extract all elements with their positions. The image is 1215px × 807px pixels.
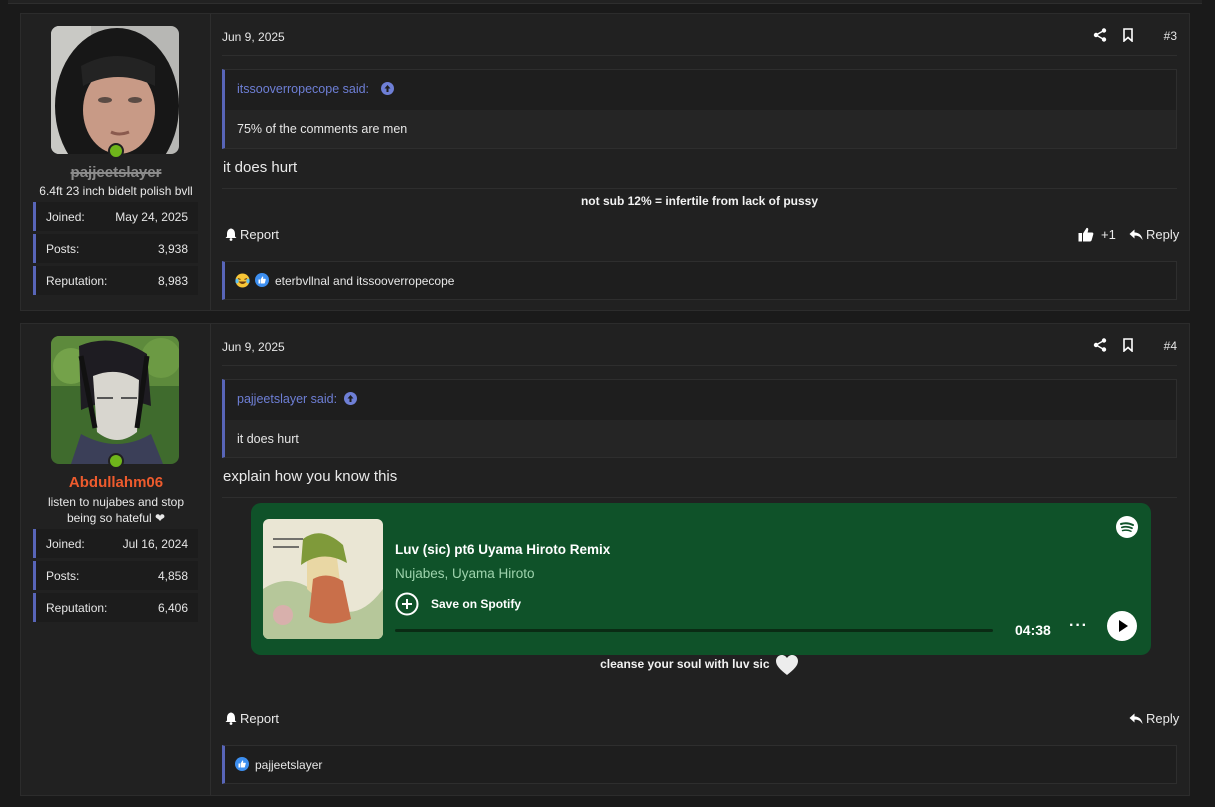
quote-body: 75% of the comments are men — [225, 110, 1176, 148]
like-count: +1 — [1101, 227, 1116, 242]
like-reaction-icon — [255, 273, 269, 287]
share-icon[interactable] — [1093, 338, 1107, 352]
stat-label: Joined: — [46, 210, 85, 224]
reactions-users[interactable]: eterbvllnal and itssooverropecope — [275, 274, 454, 288]
avatar[interactable] — [51, 26, 179, 154]
post-header-actions: #3 — [1069, 26, 1189, 46]
stat-joined: Joined: May 24, 2025 — [33, 202, 198, 231]
user-title-line-2: being so hateful ❤ — [66, 511, 166, 525]
post-4: Abdullahm06 listen to nujabes and stop b… — [20, 323, 1190, 796]
reply-button[interactable]: Reply — [1129, 711, 1179, 726]
online-status-dot — [108, 453, 124, 469]
divider — [222, 55, 1177, 56]
report-button[interactable]: Report — [225, 711, 279, 726]
arrow-up-circle-icon[interactable] — [344, 392, 357, 405]
stat-label: Joined: — [46, 537, 85, 551]
reply-arrow-icon — [1129, 229, 1143, 240]
laughing-tears-emoji-icon — [235, 273, 250, 288]
stat-label: Reputation: — [46, 601, 108, 615]
avatar[interactable] — [51, 336, 179, 464]
track-duration: 04:38 — [1015, 622, 1051, 638]
message-text: explain how you know this — [223, 468, 398, 485]
bell-icon — [225, 228, 237, 241]
play-button[interactable] — [1107, 611, 1137, 641]
stat-posts: Posts: 3,938 — [33, 234, 198, 263]
user-title-line-1: listen to nujabes and stop — [47, 495, 185, 509]
reactions-bar[interactable]: eterbvllnal and itssooverropecope — [222, 261, 1177, 300]
report-button[interactable]: Report — [225, 227, 279, 242]
quote-block: pajjeetslayer said: it does hurt — [222, 379, 1177, 458]
post-date-link[interactable]: Jun 9, 2025 — [222, 30, 285, 44]
quote-body: it does hurt — [225, 420, 1176, 457]
post-number[interactable]: #3 — [1164, 29, 1177, 43]
spotify-embed[interactable]: Luv (sic) pt6 Uyama Hiroto Remix Nujabes… — [251, 503, 1151, 655]
track-artists[interactable]: Nujabes, Uyama Hiroto — [395, 566, 535, 581]
stat-label: Posts: — [46, 569, 80, 583]
message-text: it does hurt — [223, 159, 298, 176]
quote-author-link[interactable]: itssooverropecope said: — [237, 82, 369, 96]
username[interactable]: pajjeetslayer — [21, 164, 211, 181]
quote-text: it does hurt — [237, 432, 299, 446]
stat-label: Reputation: — [46, 274, 108, 288]
reply-button[interactable]: Reply — [1129, 227, 1179, 242]
post-number[interactable]: #4 — [1164, 339, 1177, 353]
divider — [222, 365, 1177, 366]
reply-arrow-icon — [1129, 713, 1143, 724]
album-cover[interactable] — [263, 519, 383, 639]
share-icon[interactable] — [1093, 28, 1107, 42]
stat-value: Jul 16, 2024 — [122, 537, 188, 551]
user-sidebar: pajjeetslayer 6.4ft 23 inch bidelt polis… — [21, 14, 211, 310]
signature: not sub 12% = infertile from lack of pus… — [580, 194, 819, 208]
like-button[interactable]: +1 — [1078, 227, 1116, 242]
stat-value: 8,983 — [157, 274, 188, 288]
caption-text: cleanse your soul with luv sic — [600, 657, 770, 672]
add-circle-icon[interactable] — [395, 592, 419, 616]
stat-label: Posts: — [46, 242, 80, 256]
quote-block: itssooverropecope said: 75% of the comme… — [222, 69, 1177, 149]
more-options-button[interactable]: ··· — [1069, 617, 1088, 635]
signature-divider — [222, 497, 1177, 498]
bookmark-icon[interactable] — [1121, 338, 1135, 352]
bookmark-icon[interactable] — [1121, 28, 1135, 42]
stat-value: May 24, 2025 — [115, 210, 188, 224]
reply-label: Reply — [1146, 711, 1180, 726]
report-label: Report — [240, 227, 280, 242]
online-status-dot — [108, 143, 124, 159]
stat-value: 3,938 — [157, 242, 188, 256]
user-sidebar: Abdullahm06 listen to nujabes and stop b… — [21, 324, 211, 795]
stat-reputation: Reputation: 8,983 — [33, 266, 198, 295]
stat-joined: Joined: Jul 16, 2024 — [33, 529, 198, 558]
post-3: pajjeetslayer 6.4ft 23 inch bidelt polis… — [20, 13, 1190, 311]
username[interactable]: Abdullahm06 — [21, 474, 211, 491]
play-icon — [1119, 620, 1128, 632]
reactions-users[interactable]: pajjeetslayer — [255, 758, 322, 772]
post-header-actions: #4 — [1069, 336, 1189, 356]
post-date-link[interactable]: Jun 9, 2025 — [222, 340, 285, 354]
stat-reputation: Reputation: 6,406 — [33, 593, 198, 622]
signature-divider — [222, 188, 1177, 189]
stat-posts: Posts: 4,858 — [33, 561, 198, 590]
arrow-up-circle-icon[interactable] — [381, 82, 394, 95]
spotify-logo-icon[interactable] — [1115, 515, 1139, 539]
reply-label: Reply — [1146, 227, 1180, 242]
reactions-bar[interactable]: pajjeetslayer — [222, 745, 1177, 784]
bell-icon — [225, 712, 237, 725]
post-main: Jun 9, 2025 #4 pajjeetslayer said: it do… — [211, 324, 1189, 795]
report-label: Report — [240, 711, 280, 726]
thumbs-up-icon — [1078, 227, 1094, 242]
user-title: 6.4ft 23 inch bidelt polish bvll — [39, 184, 193, 198]
stat-value: 6,406 — [157, 601, 188, 615]
signature-caption: cleanse your soul with luv sic — [222, 654, 1177, 676]
like-reaction-icon — [235, 757, 249, 771]
save-on-spotify-button[interactable]: Save on Spotify — [431, 597, 521, 611]
track-title[interactable]: Luv (sic) pt6 Uyama Hiroto Remix — [395, 542, 610, 557]
stat-value: 4,858 — [157, 569, 188, 583]
quote-author-link[interactable]: pajjeetslayer said: — [237, 392, 337, 406]
white-heart-icon — [775, 655, 798, 675]
quote-text: 75% of the comments are men — [237, 122, 408, 136]
previous-post-edge — [8, 0, 1202, 4]
progress-bar[interactable] — [395, 629, 993, 632]
post-main: Jun 9, 2025 #3 itssooverropecope said: 7… — [211, 14, 1189, 310]
